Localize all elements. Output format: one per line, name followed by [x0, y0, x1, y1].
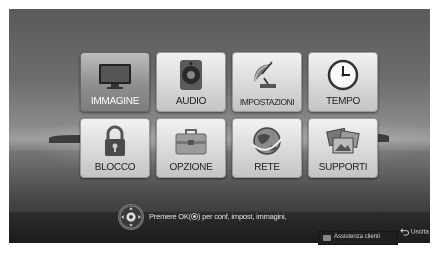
- padlock-icon: [105, 125, 125, 156]
- ok-button-icon: [191, 213, 198, 220]
- remote-key-icon: [323, 235, 331, 241]
- ok-hint-text: Premere OK( ) per conf, impost, immagini,: [149, 212, 287, 221]
- menu-tile-label: SUPPORTI: [318, 162, 368, 173]
- menu-tile-label: RETE: [254, 162, 280, 173]
- menu-tile-rete[interactable]: RETE: [232, 118, 302, 178]
- globe-network-icon: [251, 127, 283, 155]
- speaker-icon: [180, 60, 202, 90]
- menu-tile-audio[interactable]: AUDIO: [156, 52, 226, 112]
- exit-button[interactable]: Uscita: [400, 228, 429, 236]
- hint-suffix: ) per conf, impost, immagini,: [197, 212, 287, 221]
- hint-prefix: Premere OK(: [149, 212, 191, 221]
- menu-tile-label: TEMPO: [325, 96, 361, 107]
- toolbox-icon: [175, 129, 207, 155]
- clock-icon: [327, 59, 359, 91]
- dpad-ok-icon: [118, 204, 144, 230]
- tv-icon: [99, 64, 131, 89]
- menu-tile-supporti[interactable]: SUPPORTI: [308, 118, 378, 178]
- satellite-dish-icon: [254, 61, 276, 88]
- menu-tile-label: BLOCCO: [94, 162, 136, 173]
- menu-tile-tempo[interactable]: TEMPO: [308, 52, 378, 112]
- menu-tile-impostazioni[interactable]: IMPOSTAZIONI: [232, 52, 302, 112]
- return-arrow-icon: [400, 228, 409, 236]
- menu-tile-label: OPZIONE: [169, 162, 213, 173]
- menu-tile-label: AUDIO: [175, 96, 207, 107]
- menu-tile-opzione[interactable]: OPZIONE: [156, 118, 226, 178]
- customer-support-label: Assistenza clienti: [334, 234, 381, 240]
- exit-label: Uscita: [410, 228, 429, 236]
- menu-tile-label: IMMAGINE: [90, 96, 140, 107]
- menu-tile-blocco[interactable]: BLOCCO: [80, 118, 150, 178]
- menu-tile-label: IMPOSTAZIONI: [239, 97, 295, 107]
- menu-tile-immagine[interactable]: IMMAGINE: [80, 52, 150, 112]
- media-icon: [326, 127, 360, 154]
- tv-home-menu-screen: IMMAGINE AUDIO IMPOSTAZIONI TEMPO BLOCCO…: [9, 9, 430, 243]
- customer-support-button[interactable]: Assistenza clienti: [318, 231, 398, 245]
